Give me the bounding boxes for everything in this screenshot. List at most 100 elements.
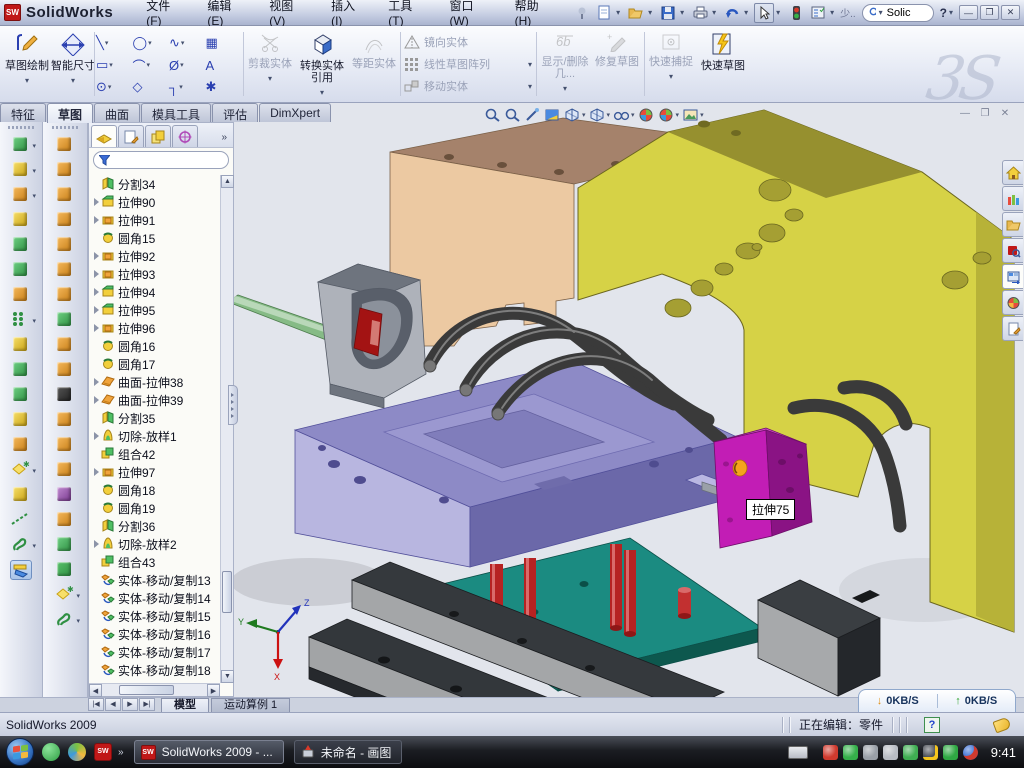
smart-dimension-button[interactable]: 智能尺寸▾ (50, 30, 96, 98)
polygon-icon[interactable]: ◇ (133, 76, 170, 98)
features-tool-icon-5[interactable] (10, 235, 32, 255)
feature-manager-tab[interactable] (91, 125, 117, 147)
mold-tool-icon-11[interactable] (54, 385, 76, 405)
messenger-icon[interactable] (42, 743, 60, 761)
tab-草图[interactable]: 草图 (47, 103, 93, 123)
tree-item[interactable]: 拉伸92 (89, 247, 220, 265)
features-tool-icon-17[interactable]: ▾ (10, 535, 32, 555)
tree-filter-input[interactable] (114, 154, 223, 166)
mirror-entities-button[interactable]: 镜向实体 (404, 32, 532, 52)
mold-tool-icon-9[interactable] (54, 335, 76, 355)
doc-restore-icon[interactable]: ❐ (978, 109, 992, 121)
mold-tool-icon-4[interactable] (54, 210, 76, 230)
close-button[interactable]: ✕ (1001, 5, 1020, 20)
solidworks-search-tab[interactable] (1002, 238, 1023, 263)
mold-tool-icon-14[interactable] (54, 460, 76, 480)
media-icon[interactable] (68, 743, 86, 761)
tab-模具工具[interactable]: 模具工具 (141, 103, 211, 122)
spline-icon[interactable]: ∿▾ (169, 32, 206, 54)
sketch-text-icon[interactable]: A (206, 54, 243, 76)
tree-item[interactable]: 实体-移动/复制18 (89, 661, 220, 679)
expand-icon[interactable] (91, 288, 101, 296)
repair-sketch-button[interactable]: + 修复草图 (594, 30, 640, 98)
view-orientation-icon[interactable]: ▾ (589, 107, 611, 123)
tree-vscroll-thumb[interactable] (222, 571, 232, 613)
mold-tool-icon-1[interactable] (54, 135, 76, 155)
line-icon[interactable]: ╲▾ (96, 32, 133, 54)
features-tool-icon-6[interactable] (10, 260, 32, 280)
features-tool-icon-3[interactable]: ▾ (10, 185, 32, 205)
tree-item[interactable]: 实体-移动/复制14 (89, 589, 220, 607)
doc-tab-运动算例 1[interactable]: 运动算例 1 (211, 698, 290, 712)
new-document-icon[interactable] (594, 3, 614, 23)
tab-DimXpert[interactable]: DimXpert (259, 103, 331, 122)
expand-icon[interactable] (91, 252, 101, 260)
doc-minimize-icon[interactable]: — (958, 109, 972, 121)
doc-nav-1[interactable]: ◀ (105, 698, 121, 711)
tab-曲面[interactable]: 曲面 (94, 103, 140, 122)
minimize-button[interactable]: — (959, 5, 978, 20)
expand-icon[interactable] (91, 378, 101, 386)
task-button-2[interactable]: 未命名 - 画图 (294, 740, 403, 764)
print-icon[interactable] (690, 3, 710, 23)
tree-item[interactable]: 实体-移动/复制13 (89, 571, 220, 589)
appearances-tab[interactable] (1002, 290, 1023, 315)
task-button-1[interactable]: SWSolidWorks 2009 - ... (134, 740, 284, 764)
part-gray-slide[interactable] (318, 264, 426, 408)
tree-item[interactable]: 切除-放样1 (89, 427, 220, 445)
expand-icon[interactable] (91, 324, 101, 332)
mold-tool-icon-19[interactable]: ✱▾ (54, 585, 76, 605)
design-library-tab[interactable] (1002, 186, 1023, 211)
previous-view-icon[interactable] (524, 107, 541, 123)
undo-icon[interactable] (722, 3, 742, 23)
section-view-icon[interactable] (544, 107, 561, 123)
mold-tool-icon-20[interactable]: ▾ (54, 610, 76, 630)
rectangle-icon[interactable]: ▭▾ (96, 54, 133, 76)
tree-item[interactable]: 分割35 (89, 409, 220, 427)
rapid-sketch-button[interactable]: 快速草图 (700, 30, 746, 98)
tree-horizontal-scrollbar[interactable]: ◀ ▶ (89, 683, 220, 696)
mold-tool-icon-16[interactable] (54, 510, 76, 530)
tree-hscroll-thumb[interactable] (119, 685, 174, 695)
slot-icon[interactable]: ⊙▾ (96, 76, 133, 98)
part-magenta-block[interactable] (714, 428, 812, 548)
mold-tool-icon-8[interactable] (54, 310, 76, 330)
tree-item[interactable]: 组合42 (89, 445, 220, 463)
arc-icon[interactable]: ⌒▾ (133, 54, 170, 76)
scroll-left-icon[interactable]: ◀ (89, 684, 102, 697)
mold-tool-icon-5[interactable] (54, 235, 76, 255)
doc-nav-3[interactable]: ▶| (139, 698, 155, 711)
pin-icon[interactable] (572, 3, 592, 23)
tree-item[interactable]: 分割36 (89, 517, 220, 535)
tree-filter-field[interactable] (93, 151, 229, 169)
display-style-icon[interactable]: ▾ (564, 107, 586, 123)
features-tool-icon-2[interactable]: ▾ (10, 160, 32, 180)
save-icon[interactable] (658, 3, 678, 23)
features-tool-icon-9[interactable] (10, 335, 32, 355)
tree-item[interactable]: 拉伸94 (89, 283, 220, 301)
mold-tool-icon-3[interactable] (54, 185, 76, 205)
keyboard-layout-icon[interactable] (788, 746, 808, 759)
property-manager-tab[interactable] (118, 125, 144, 147)
tree-item[interactable]: 实体-移动/复制15 (89, 607, 220, 625)
expand-icon[interactable] (91, 396, 101, 404)
health-shield-icon[interactable] (943, 745, 958, 760)
tag-icon[interactable] (992, 716, 1011, 733)
solidworks-icon[interactable]: SW (94, 743, 112, 761)
move-entities-button[interactable]: 移动实体▾ (404, 76, 532, 96)
dimxpert-manager-tab[interactable] (172, 125, 198, 147)
doc-tab-模型[interactable]: 模型 (161, 698, 209, 712)
features-tool-icon-8[interactable]: ▾ (10, 310, 32, 330)
antivirus-shield-icon[interactable] (843, 745, 858, 760)
select-tool-icon[interactable] (754, 3, 774, 23)
features-tool-icon-11[interactable] (10, 385, 32, 405)
tree-item[interactable]: 拉伸96 (89, 319, 220, 337)
network-warning-icon[interactable] (923, 745, 938, 760)
security-alert-icon[interactable] (823, 745, 838, 760)
mold-tool-icon-12[interactable] (54, 410, 76, 430)
tree-item[interactable]: 圆角18 (89, 481, 220, 499)
mold-tool-icon-15[interactable] (54, 485, 76, 505)
features-tool-icon-15[interactable] (10, 485, 32, 505)
tree-item[interactable]: 拉伸95 (89, 301, 220, 319)
expand-icon[interactable] (91, 216, 101, 224)
